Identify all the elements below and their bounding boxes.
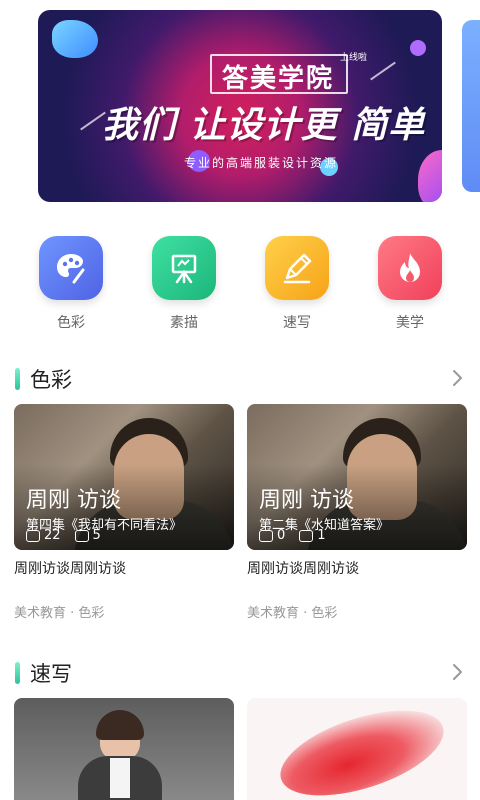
section-title: 速写 <box>30 662 72 686</box>
thumb-brush-stroke <box>270 698 454 800</box>
video-title: 周刚访谈周刚访谈 <box>247 561 359 577</box>
play-count: 0 <box>277 528 286 543</box>
video-stats: 0 1 <box>259 528 326 543</box>
category-label: 速写 <box>283 315 311 331</box>
comment-count: 1 <box>317 528 326 543</box>
banner-carousel[interactable]: 答美学院 上线啦 我们 让设计更 简单 专业的高端服装设计资源 <box>0 0 480 210</box>
comment-count: 5 <box>92 528 101 543</box>
banner-brand: 答美学院 <box>222 64 335 94</box>
category-label: 素描 <box>170 315 198 331</box>
category-aesthetics[interactable]: 美学 <box>365 232 455 332</box>
decor-blob <box>52 20 98 58</box>
category-color[interactable]: 色彩 <box>26 232 116 332</box>
video-meta: 美术教育 · 色彩 <box>247 606 338 621</box>
category-label: 色彩 <box>57 315 85 331</box>
easel-icon <box>152 236 216 300</box>
decor-line <box>370 61 396 81</box>
section-header-color: 色彩 <box>0 364 480 394</box>
play-count: 22 <box>44 528 61 543</box>
thumb-shirt <box>110 758 130 798</box>
thumb-title: 周刚 访谈 <box>259 488 354 513</box>
thumb-hair <box>96 710 144 740</box>
palette-icon <box>39 236 103 300</box>
decor-blob <box>418 150 442 202</box>
video-title: 周刚访谈周刚访谈 <box>14 561 126 577</box>
section-accent-bar <box>15 368 20 390</box>
video-stats: 22 5 <box>26 528 101 543</box>
category-label: 美学 <box>396 315 424 331</box>
video-thumbnail[interactable]: 周刚 访谈 第四集《我却有不同看法》 22 5 <box>14 404 234 550</box>
next-banner-peek[interactable] <box>462 20 480 192</box>
category-sketch[interactable]: 素描 <box>139 232 229 332</box>
section-title: 色彩 <box>30 368 72 392</box>
video-thumbnail[interactable]: 周刚 访谈 第二集《水知道答案》 0 1 <box>247 404 467 550</box>
video-meta: 美术教育 · 色彩 <box>14 606 105 621</box>
pencil-icon <box>265 236 329 300</box>
banner-headline: 我们 让设计更 简单 <box>102 105 426 146</box>
banner-slide[interactable]: 答美学院 上线啦 我们 让设计更 简单 专业的高端服装设计资源 <box>38 10 442 202</box>
decor-circle <box>410 40 426 56</box>
category-row: 色彩 素描 速写 美学 <box>0 232 480 332</box>
video-thumbnail[interactable] <box>14 698 234 800</box>
banner-tag: 上线啦 <box>340 53 368 63</box>
category-quick-sketch[interactable]: 速写 <box>252 232 342 332</box>
play-icon <box>26 529 40 542</box>
thumb-title: 周刚 访谈 <box>26 488 121 513</box>
section-header-quick-sketch: 速写 <box>0 658 480 688</box>
section-accent-bar <box>15 662 20 684</box>
comment-icon <box>74 529 89 542</box>
chevron-right-icon[interactable] <box>448 366 468 390</box>
chevron-right-icon[interactable] <box>448 660 468 684</box>
banner-subline: 专业的高端服装设计资源 <box>183 156 338 170</box>
play-icon <box>259 529 273 542</box>
video-thumbnail[interactable] <box>247 698 467 800</box>
comment-icon <box>299 529 314 542</box>
flame-icon <box>378 236 442 300</box>
